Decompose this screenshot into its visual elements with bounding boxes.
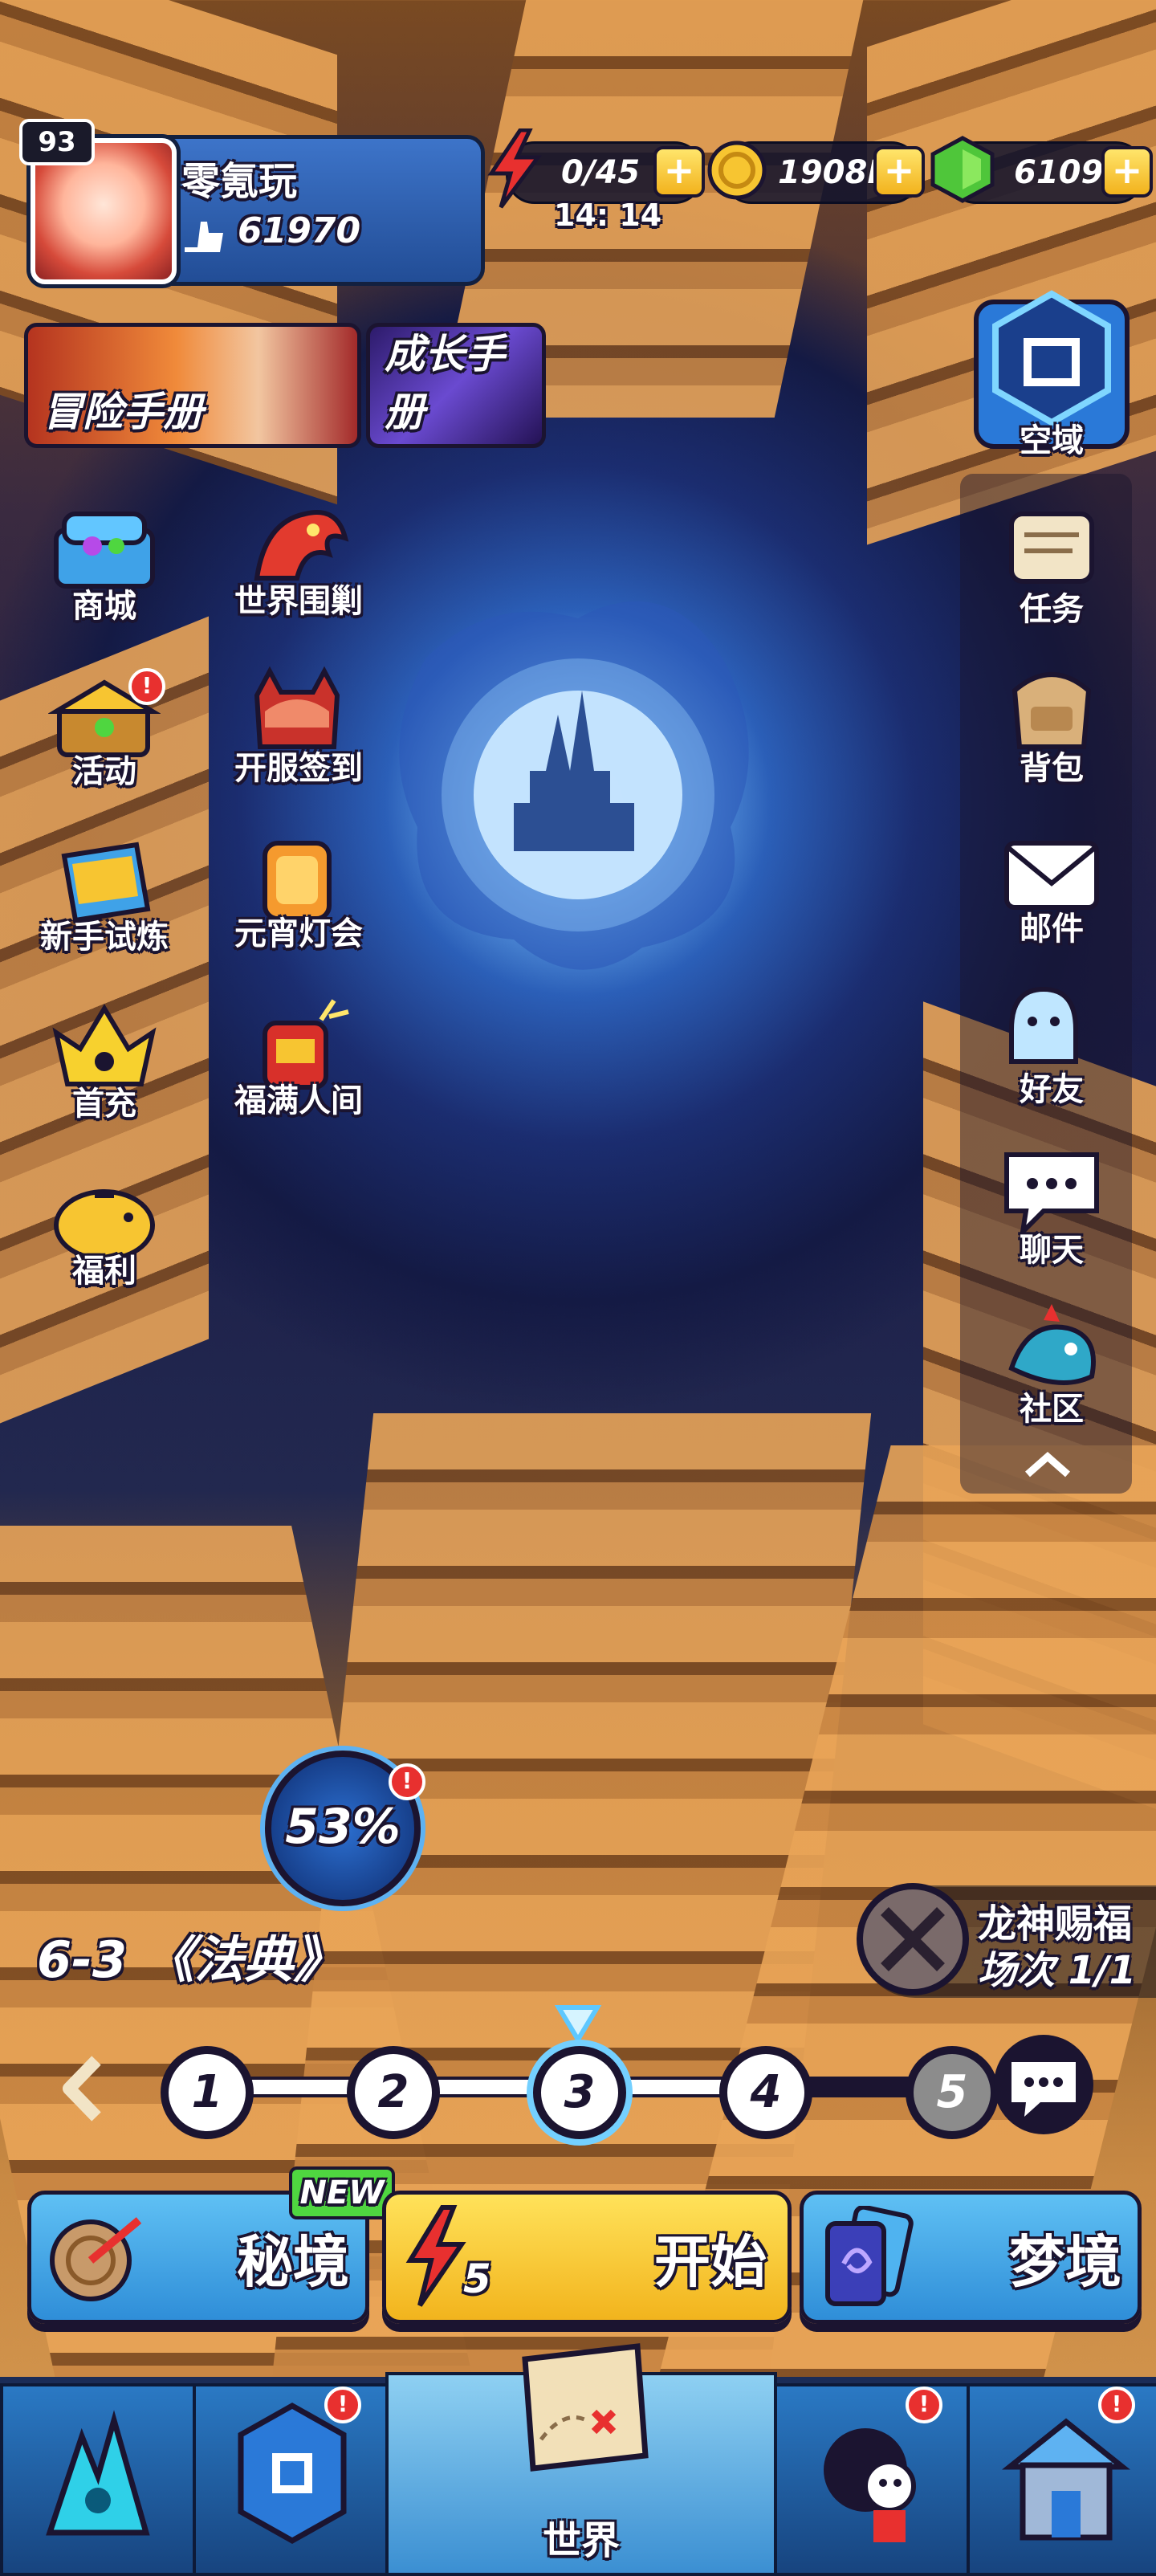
community-label: 社区 (1020, 1391, 1084, 1428)
activity-label: 活动 (72, 753, 136, 790)
adventure-handbook-banner[interactable]: 冒险手册 (24, 323, 361, 448)
dream-cards-icon (825, 2206, 914, 2306)
backpack-label: 背包 (1020, 750, 1084, 787)
growth-handbook-label: 成长手册 (385, 331, 505, 435)
treasure-map-icon (522, 2343, 649, 2472)
stage-node-4[interactable]: 4 (719, 2046, 812, 2139)
nav-tab-realm[interactable]: ! (193, 2383, 389, 2576)
nav-tab-heroes[interactable] (0, 2383, 196, 2576)
world-siege-label: 世界围剿 (234, 583, 363, 620)
nav-world-label: 世界 (542, 2518, 620, 2563)
nav-guild-alert-badge: ! (1098, 2386, 1135, 2423)
dragon-blessing-count: 场次 1/1 (978, 1948, 1137, 1993)
progress-alert-badge: ! (389, 1763, 425, 1800)
prev-chapter-arrow-icon[interactable] (56, 2052, 112, 2125)
novice-trial-label: 新手试炼 (40, 919, 169, 956)
dreamland-label: 梦境 (1009, 2229, 1121, 2295)
realm-label: 空域 (1020, 422, 1084, 459)
gems-plus-button[interactable]: + (1101, 146, 1153, 198)
start-battle-label: 开始 (654, 2229, 767, 2295)
stage-node-3[interactable]: 3 (533, 2046, 626, 2139)
green-gem-icon (930, 136, 995, 203)
fortune-world-label: 福满人间 (234, 1082, 363, 1119)
power-icon (185, 222, 223, 252)
stage-node-2[interactable]: 2 (347, 2046, 440, 2139)
bookcase-top-right (867, 0, 1156, 545)
quest-label: 任务 (1020, 591, 1084, 628)
stage-node-5[interactable]: 5 (906, 2046, 999, 2139)
guild-house-icon (1002, 2418, 1130, 2541)
castle-portal (399, 601, 749, 970)
player-name: 零氪玩 (181, 159, 298, 204)
chapter-progress-value: 53% (285, 1799, 401, 1855)
blue-crystal-beast-icon (46, 2410, 150, 2536)
mail-label: 邮件 (1020, 911, 1084, 948)
hex-realm-icon (238, 2402, 347, 2545)
new-badge: NEW (289, 2166, 395, 2219)
nav-characters-alert-badge: ! (906, 2386, 942, 2423)
current-stage-marker-icon (554, 2005, 602, 2044)
lantern-festival-label: 元宵灯会 (234, 915, 363, 952)
energy-bolt-icon (487, 128, 542, 209)
energy-plus-button[interactable]: + (653, 146, 705, 198)
shop-label: 商城 (72, 588, 136, 625)
collapse-chevron-icon[interactable] (1020, 1445, 1076, 1486)
gold-coin-icon (707, 141, 767, 200)
energy-cost-bolt-icon (405, 2205, 466, 2307)
first-recharge-label: 首充 (72, 1086, 136, 1123)
server-signin-label: 开服签到 (234, 750, 363, 787)
gems-value: 6109 (1014, 154, 1104, 191)
growth-handbook-banner[interactable]: 成长手册 (366, 323, 546, 448)
stage-chat-icon[interactable] (987, 2030, 1100, 2139)
nav-tab-guild[interactable]: ! (967, 2383, 1156, 2576)
dart-target-icon (50, 2217, 142, 2301)
welfare-label: 福利 (72, 1253, 136, 1290)
activity-alert-badge: ! (128, 668, 165, 705)
energy-value: 0/45 (561, 154, 641, 191)
adventure-handbook-label: 冒险手册 (43, 389, 203, 435)
stage-title: 6-3 《法典》 (37, 1930, 344, 1989)
start-battle-button[interactable]: 5 开始 (382, 2191, 792, 2324)
nav-tab-characters[interactable]: ! (774, 2383, 970, 2576)
ghost-character-icon (824, 2428, 916, 2542)
crossed-swords-icon[interactable] (853, 1879, 973, 1999)
secret-realm-label: 秘境 (237, 2229, 349, 2295)
nav-realm-alert-badge: ! (324, 2386, 361, 2423)
chat-label: 聊天 (1020, 1232, 1084, 1269)
energy-timer: 14: 14 (554, 198, 662, 233)
player-power: 61970 (238, 210, 361, 251)
stage-node-1[interactable]: 1 (161, 2046, 254, 2139)
dreamland-button[interactable]: 梦境 (800, 2191, 1142, 2324)
player-level-badge: 93 (19, 119, 95, 165)
start-cost-value: 5 (463, 2256, 491, 2302)
friends-label: 好友 (1020, 1071, 1084, 1108)
gold-plus-button[interactable]: + (873, 146, 925, 198)
nav-tab-world[interactable]: 世界 (385, 2343, 777, 2576)
stage-track-fill (169, 2080, 763, 2094)
